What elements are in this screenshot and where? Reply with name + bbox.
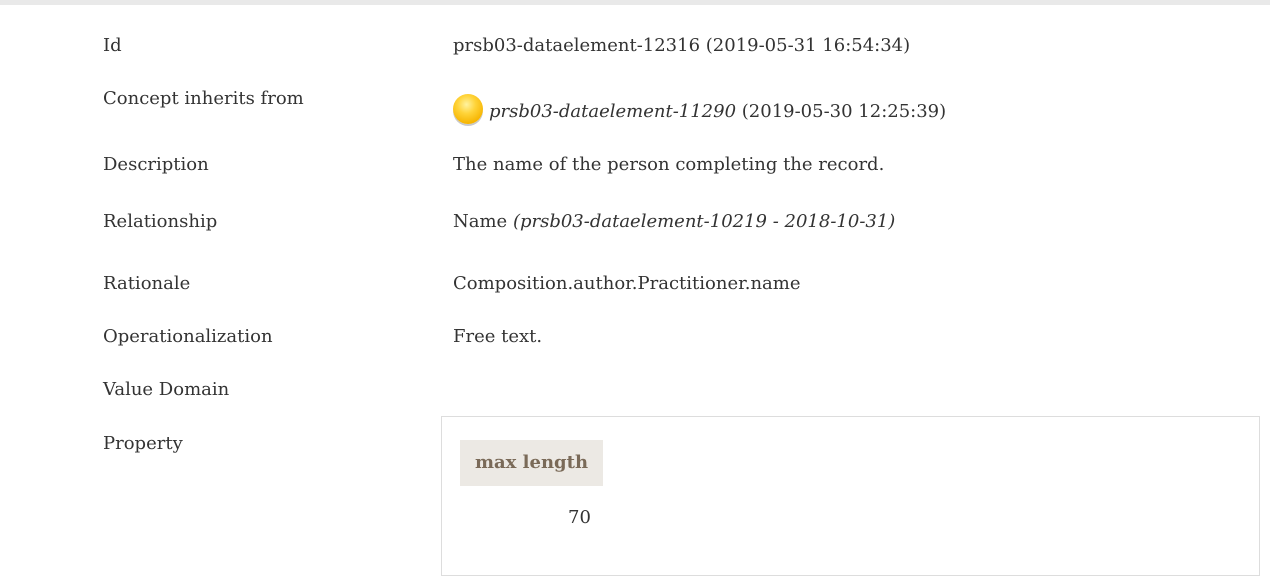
top-divider [0, 0, 1270, 5]
description-value: The name of the person completing the re… [453, 154, 885, 175]
rationale-value: Composition.author.Practitioner.name [453, 273, 801, 294]
property-label: Property [103, 433, 183, 454]
id-label: Id [103, 35, 122, 56]
description-label: Description [103, 154, 209, 175]
relationship-name: Name [453, 211, 513, 232]
property-table: max length 70 [441, 416, 1260, 576]
operationalization-label: Operationalization [103, 326, 273, 347]
inherits-date: (2019-05-30 12:25:39) [736, 101, 947, 122]
value-domain-label: Value Domain [103, 379, 230, 400]
rationale-label: Rationale [103, 273, 191, 294]
inherits-value: prsb03-dataelement-11290 (2019-05-30 12:… [453, 94, 946, 124]
id-value: prsb03-dataelement-12316 (2019-05-31 16:… [453, 35, 911, 56]
operationalization-value: Free text. [453, 326, 543, 347]
inherits-label: Concept inherits from [103, 88, 304, 109]
property-column-header: max length [460, 440, 603, 486]
inherits-link[interactable]: prsb03-dataelement-11290 [489, 101, 736, 122]
relationship-label: Relationship [103, 211, 218, 232]
yellow-status-circle-icon [453, 94, 483, 124]
relationship-ref[interactable]: (prsb03-dataelement-10219 - 2018-10-31) [513, 211, 895, 232]
relationship-value: Name (prsb03-dataelement-10219 - 2018-10… [453, 210, 895, 234]
property-column-value: 70 [568, 507, 591, 528]
